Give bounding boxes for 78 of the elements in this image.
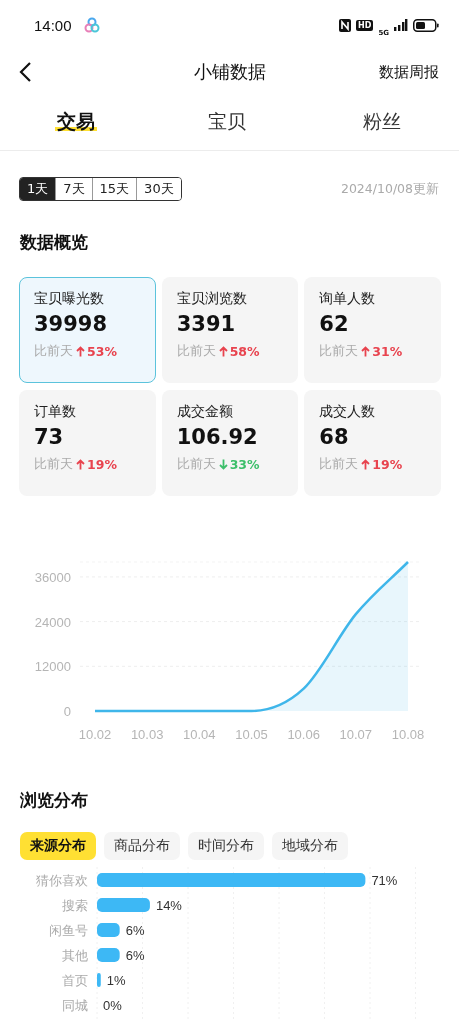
back-icon[interactable]	[18, 61, 32, 83]
metric-value: 73	[34, 425, 65, 449]
metric-value: 106.92	[176, 425, 259, 449]
tab[interactable]: 宝贝	[149, 109, 304, 135]
app-logo-icon	[83, 17, 100, 33]
filter-chip[interactable]: 商品分布	[104, 832, 180, 860]
value-label: 1%	[106, 973, 126, 988]
change-percent: 19%	[87, 456, 117, 472]
metric-card[interactable]: 成交人数 68 比前天 19%	[304, 390, 441, 496]
category-label: 搜索	[62, 898, 88, 913]
y-axis-label: 12000	[34, 659, 71, 675]
x-axis-label: 10.06	[287, 727, 320, 742]
page-title: 小铺数据	[193, 60, 266, 84]
change-percent: 58%	[229, 343, 260, 359]
bar	[97, 948, 120, 962]
period-option[interactable]: 1天	[20, 178, 56, 200]
category-label: 闲鱼号	[49, 923, 88, 938]
change-percent: 33%	[229, 456, 260, 472]
y-axis-label: 24000	[34, 614, 71, 630]
x-axis-label: 10.02	[78, 727, 112, 742]
metric-value: 62	[319, 312, 350, 336]
metric-card[interactable]: 询单人数 62 比前天 31%	[304, 277, 441, 383]
value-label: 6%	[125, 948, 145, 963]
nfc-icon	[339, 18, 352, 32]
status-time: 14:00	[34, 16, 72, 34]
compare-label: 比前天	[34, 455, 73, 473]
metric-value: 39998	[34, 312, 109, 336]
change-percent: 53%	[87, 343, 117, 359]
metric-label: 成交人数	[319, 403, 377, 421]
signal-icon	[394, 19, 408, 31]
category-label: 同城	[62, 998, 88, 1013]
compare-label: 比前天	[319, 455, 359, 473]
filter-chip[interactable]: 地域分布	[272, 832, 348, 860]
x-axis-label: 10.08	[391, 727, 425, 742]
metric-card[interactable]: 宝贝曝光数 39998 比前天 53%	[19, 277, 156, 383]
x-axis-label: 10.04	[183, 727, 216, 742]
x-axis-label: 10.05	[235, 727, 268, 742]
category-label: 猜你喜欢	[36, 873, 88, 888]
metric-card[interactable]: 宝贝浏览数 3391 比前天 58%	[161, 277, 299, 383]
value-label: 14%	[155, 898, 182, 913]
filter-chip[interactable]: 时间分布	[188, 832, 264, 860]
value-label: 0%	[103, 998, 122, 1013]
y-axis-label: 0	[63, 704, 71, 719]
compare-label: 比前天	[34, 342, 73, 360]
value-label: 71%	[371, 873, 398, 888]
metric-label: 成交金额	[176, 403, 234, 421]
compare-label: 比前天	[176, 342, 216, 360]
metric-label: 宝贝曝光数	[34, 290, 105, 308]
metric-value: 3391	[176, 312, 237, 336]
filter-chip[interactable]: 来源分布	[20, 832, 96, 860]
metric-card[interactable]: 成交金额 106.92 比前天 33%	[161, 390, 299, 496]
tab[interactable]: 交易	[55, 109, 97, 135]
battery-icon	[413, 18, 439, 32]
section-title: 数据概览	[19, 231, 89, 254]
metric-label: 询单人数	[319, 290, 377, 308]
bar	[97, 923, 120, 937]
y-axis-label: 36000	[34, 569, 71, 585]
period-option[interactable]: 30天	[136, 178, 181, 200]
metric-card[interactable]: 订单数 73 比前天 19%	[19, 390, 156, 496]
compare-label: 比前天	[176, 455, 216, 473]
hd-indicator: HD	[356, 19, 374, 31]
tab[interactable]: 粉丝	[304, 109, 459, 135]
compare-label: 比前天	[319, 342, 359, 360]
metric-label: 订单数	[34, 403, 77, 421]
metric-label: 宝贝浏览数	[176, 290, 248, 308]
x-axis-label: 10.03	[130, 727, 164, 742]
x-axis-label: 10.07	[339, 727, 373, 742]
bar	[97, 898, 150, 912]
bar	[97, 973, 101, 987]
metric-value: 68	[319, 425, 350, 449]
change-percent: 19%	[372, 456, 403, 472]
weekly-report-link[interactable]: 数据周报	[379, 62, 439, 82]
change-percent: 31%	[372, 343, 403, 359]
value-label: 6%	[125, 923, 145, 938]
update-date: 2024/10/08更新	[340, 180, 439, 198]
category-label: 其他	[62, 948, 88, 963]
category-label: 首页	[62, 973, 88, 988]
section-title: 浏览分布	[19, 789, 89, 812]
